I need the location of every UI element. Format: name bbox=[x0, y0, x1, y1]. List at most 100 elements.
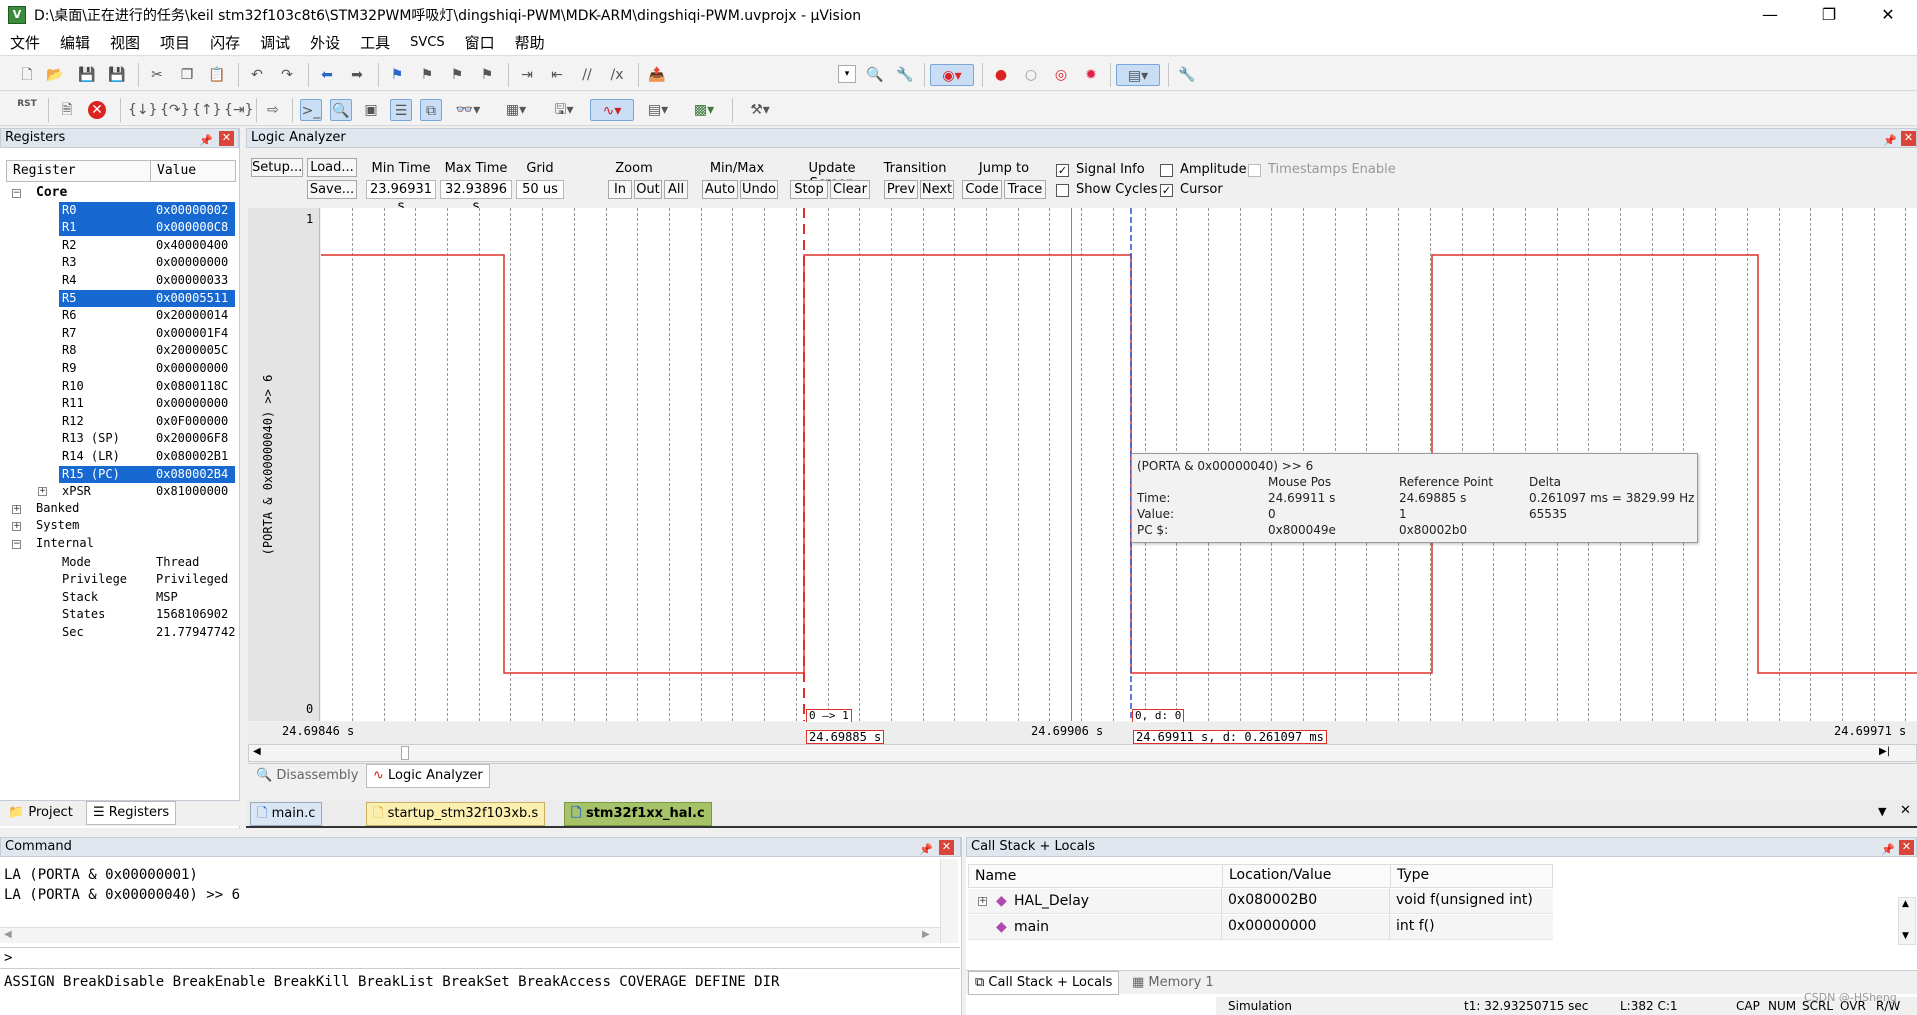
bookmark-icon[interactable]: ⚑ bbox=[386, 64, 408, 86]
find-icon[interactable]: 🔍 bbox=[864, 64, 886, 86]
register-value[interactable]: 0x080002B1 bbox=[156, 448, 228, 465]
callstack-close-icon[interactable]: ✕ bbox=[1899, 840, 1914, 855]
register-value[interactable]: 0x00000000 bbox=[156, 395, 228, 412]
register-value[interactable]: 0x00000033 bbox=[156, 272, 228, 289]
debug-session-icon[interactable]: ◉▾ bbox=[930, 64, 974, 86]
undo-minmax-button[interactable]: Undo bbox=[740, 180, 778, 199]
close-panel-icon[interactable]: ✕ bbox=[219, 131, 234, 146]
minimize-icon[interactable]: — bbox=[1741, 0, 1799, 30]
register-value[interactable]: 0x81000000 bbox=[156, 483, 228, 500]
tab-hal-c[interactable]: 🗋 stm32f1xx_hal.c bbox=[564, 802, 712, 826]
indent-icon[interactable]: ⇥ bbox=[516, 64, 538, 86]
cmd-scroll-left-icon[interactable]: ◀ bbox=[4, 929, 12, 940]
save-icon[interactable]: 💾 bbox=[76, 64, 98, 86]
run-icon[interactable]: 🗎 bbox=[56, 99, 78, 121]
timestamps-checkbox[interactable] bbox=[1248, 164, 1261, 177]
disable-breakpoint-icon[interactable]: ○ bbox=[1020, 64, 1042, 86]
register-row[interactable]: R5 0x00005511 bbox=[0, 289, 240, 308]
register-value[interactable]: 0x2000005C bbox=[156, 342, 228, 359]
stop-debug-icon[interactable]: ✕ bbox=[88, 101, 106, 119]
configure-icon[interactable]: 🔧 bbox=[1176, 64, 1198, 86]
incremental-find-icon[interactable]: 🔧 bbox=[894, 64, 916, 86]
register-group-internal[interactable]: Internal bbox=[36, 536, 94, 550]
step-out-icon[interactable]: {↑} bbox=[192, 99, 222, 121]
register-row[interactable]: R12 0x0F000000 bbox=[0, 413, 240, 431]
tab-logic-analyzer[interactable]: ∿ Logic Analyzer bbox=[366, 764, 490, 788]
internal-row[interactable]: Stack MSP bbox=[0, 589, 240, 607]
register-value[interactable]: 0x200006F8 bbox=[156, 430, 228, 447]
zoom-in-button[interactable]: In bbox=[608, 180, 632, 199]
register-row[interactable]: R2 0x40000400 bbox=[0, 237, 240, 255]
uncomment-icon[interactable]: /x bbox=[606, 64, 628, 86]
window-layout-icon[interactable]: ▤▾ bbox=[1116, 64, 1160, 86]
load-button[interactable]: Load... bbox=[307, 158, 357, 177]
register-row[interactable]: R10 0x0800118C bbox=[0, 378, 240, 396]
toolbox-icon[interactable]: ⚒▾ bbox=[740, 99, 780, 121]
register-value[interactable]: 0x0800118C bbox=[156, 378, 228, 395]
register-row[interactable]: R11 0x00000000 bbox=[0, 395, 240, 413]
auto-button[interactable]: Auto bbox=[702, 180, 738, 199]
nav-back-icon[interactable]: ⬅ bbox=[316, 64, 338, 86]
col-register[interactable]: Register bbox=[13, 161, 76, 181]
register-row[interactable]: xPSR 0x81000000 + bbox=[0, 483, 240, 501]
register-row[interactable]: R1 0x000000C8 bbox=[0, 219, 240, 237]
expand-icon[interactable]: + bbox=[12, 522, 21, 532]
undo-icon[interactable]: ↶ bbox=[246, 64, 268, 86]
expand-icon[interactable]: + bbox=[12, 504, 21, 514]
paste-icon[interactable]: 📋 bbox=[206, 64, 228, 86]
tab-project[interactable]: 📁 Project bbox=[2, 802, 79, 826]
prev-bookmark-icon[interactable]: ⚑ bbox=[416, 64, 438, 86]
register-value[interactable]: 0x000001F4 bbox=[156, 325, 228, 342]
register-value[interactable]: 0x00000000 bbox=[156, 254, 228, 271]
close-icon[interactable]: ✕ bbox=[1859, 0, 1917, 30]
menu-window[interactable]: 窗口 bbox=[455, 32, 505, 53]
zoom-all-button[interactable]: All bbox=[664, 180, 688, 199]
register-row[interactable]: R0 0x00000002 bbox=[0, 201, 240, 220]
show-next-statement-icon[interactable]: ⇨ bbox=[262, 99, 284, 121]
jump-code-button[interactable]: Code bbox=[962, 180, 1002, 199]
internal-row[interactable]: Sec 21.77947742 bbox=[0, 624, 240, 642]
register-row[interactable]: R9 0x00000000 bbox=[0, 360, 240, 378]
internal-row[interactable]: Privilege Privileged bbox=[0, 571, 240, 589]
setup-button[interactable]: Setup... bbox=[251, 158, 303, 177]
close-editor-icon[interactable]: ✕ bbox=[1900, 803, 1911, 818]
nav-forward-icon[interactable]: ➡ bbox=[346, 64, 368, 86]
scroll-left-icon[interactable]: ◀ bbox=[253, 746, 261, 757]
cmd-scroll-right-icon[interactable]: ▶ bbox=[922, 929, 930, 940]
save-all-icon[interactable]: 💾 bbox=[106, 64, 128, 86]
copy-icon[interactable]: ❐ bbox=[176, 64, 198, 86]
tab-startup-s[interactable]: 🗋 startup_stm32f103xb.s bbox=[366, 802, 546, 826]
register-row[interactable]: R4 0x00000033 bbox=[0, 272, 240, 290]
find-combo-dropdown[interactable]: ▾ bbox=[838, 65, 856, 83]
command-window-icon[interactable]: >_ bbox=[300, 99, 322, 121]
register-row[interactable]: R13 (SP) 0x200006F8 bbox=[0, 430, 240, 448]
col-value[interactable]: Value bbox=[150, 161, 196, 181]
register-row[interactable]: R14 (LR) 0x080002B1 bbox=[0, 448, 240, 466]
register-row[interactable]: R7 0x000001F4 bbox=[0, 325, 240, 343]
col-location[interactable]: Location/Value bbox=[1222, 864, 1331, 888]
show-cycles-checkbox[interactable] bbox=[1056, 184, 1069, 197]
internal-row[interactable]: Mode Thread bbox=[0, 554, 240, 572]
table-row[interactable]: + ◆ HAL_Delay 0x080002B0 void f(unsigned… bbox=[968, 888, 1553, 914]
callstack-pin-icon[interactable]: 📌 bbox=[1881, 841, 1895, 859]
command-vscrollbar[interactable] bbox=[940, 859, 958, 943]
amplitude-checkbox[interactable] bbox=[1160, 164, 1173, 177]
command-hscrollbar[interactable]: ◀ ▶ bbox=[0, 927, 940, 943]
menu-edit[interactable]: 编辑 bbox=[50, 32, 100, 53]
scroll-thumb[interactable] bbox=[401, 746, 409, 760]
col-name[interactable]: Name bbox=[975, 865, 1016, 887]
watch-window-icon[interactable]: 👓▾ bbox=[450, 99, 486, 121]
kill-all-breakpoints-icon[interactable]: ✹ bbox=[1080, 64, 1102, 86]
disassembly-window-icon[interactable]: 🔍 bbox=[330, 99, 352, 121]
table-row[interactable]: ◆ main 0x00000000 int f() bbox=[968, 914, 1553, 940]
reset-icon[interactable]: RST bbox=[16, 99, 38, 121]
la-horizontal-scrollbar[interactable]: ◀ ▶| bbox=[248, 744, 1917, 762]
command-input[interactable]: > bbox=[0, 947, 960, 969]
collapse-icon[interactable]: − bbox=[12, 540, 21, 549]
run-to-cursor-icon[interactable]: {⇥} bbox=[224, 99, 254, 121]
la-close-icon[interactable]: ✕ bbox=[1901, 131, 1916, 146]
prev-transition-button[interactable]: Prev bbox=[884, 180, 918, 199]
internal-row[interactable]: States 1568106902 bbox=[0, 606, 240, 624]
scroll-up-icon[interactable]: ▲ bbox=[1902, 899, 1909, 909]
cursor-checkbox[interactable]: ✓ bbox=[1160, 184, 1173, 197]
